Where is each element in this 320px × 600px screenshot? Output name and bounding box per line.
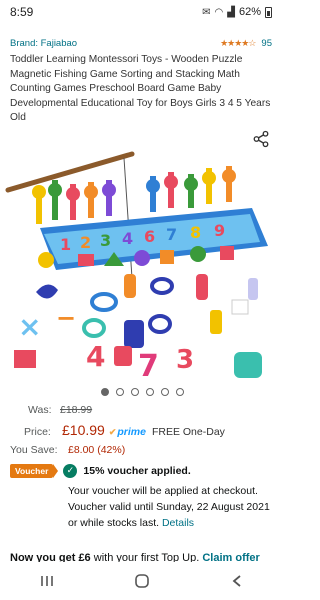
star-rating-icon: ★★★★☆ <box>220 38 256 48</box>
voucher-detail: Your voucher will be applied at checkout… <box>10 483 274 531</box>
voucher-top: Voucher ✓ 15% voucher applied. <box>10 463 274 478</box>
image-carousel-dots[interactable] <box>0 382 284 398</box>
product-title: Toddler Learning Montessori Toys - Woode… <box>10 54 271 123</box>
prime-check-icon: ✔ <box>108 426 117 437</box>
carousel-dot[interactable] <box>100 387 109 396</box>
carousel-dot[interactable] <box>145 387 154 396</box>
save-row: You Save: £8.00 (42%) <box>10 444 274 456</box>
carousel-dot[interactable] <box>160 387 169 396</box>
recent-apps-button[interactable] <box>27 569 67 593</box>
svg-text:7: 7 <box>138 349 159 382</box>
check-icon[interactable]: ✓ <box>63 463 78 478</box>
prime-badge: ✔ prime <box>109 426 146 438</box>
price-row: Price: £10.99 ✔ prime FREE One-Day <box>10 422 274 438</box>
wifi-icon: ◠ <box>214 6 224 18</box>
home-icon <box>135 574 149 588</box>
toy-illustration: 1 2 3 4 6 7 8 9 × − 4 7 3 <box>5 151 268 382</box>
svg-text:−: − <box>56 304 76 332</box>
battery-icon <box>265 6 272 18</box>
home-button[interactable] <box>122 569 162 593</box>
status-icons: ✉ ◠ ▟ 62% <box>202 6 272 18</box>
price-block: Was: £18.99 Price: £10.99 ✔ prime FREE On… <box>0 398 284 456</box>
voucher-applied-text: 15% voucher applied. <box>83 464 191 477</box>
back-button[interactable] <box>217 569 257 593</box>
status-time: 8:59 <box>10 5 34 19</box>
brand-row: Brand: Fajiabao ★★★★☆ 95 <box>0 24 284 49</box>
status-bar: 8:59 ✉ ◠ ▟ 62% <box>0 0 284 24</box>
brand-link[interactable]: Brand: Fajiabao <box>10 38 77 49</box>
was-price: £18.99 <box>60 403 93 416</box>
carousel-dot[interactable] <box>130 387 139 396</box>
svg-text:7: 7 <box>166 225 177 244</box>
android-nav-bar <box>0 562 284 600</box>
share-row <box>0 126 284 148</box>
rating-count[interactable]: 95 <box>261 38 272 49</box>
svg-text:2: 2 <box>80 233 91 252</box>
was-row: Was: £18.99 <box>10 404 274 416</box>
save-amount: £8.00 (42%) <box>68 443 126 456</box>
share-icon[interactable] <box>252 130 270 148</box>
svg-text:6: 6 <box>144 227 155 246</box>
svg-text:4: 4 <box>122 229 133 248</box>
prime-label: prime <box>117 425 146 438</box>
battery-percent: 62% <box>238 6 261 18</box>
voucher-badge: Voucher <box>10 463 59 478</box>
svg-text:4: 4 <box>86 340 105 373</box>
svg-text:3: 3 <box>176 345 194 375</box>
svg-text:×: × <box>18 310 41 343</box>
signal-icon: ▟ <box>227 6 235 18</box>
price-label: Price: <box>24 425 51 438</box>
svg-text:1: 1 <box>60 235 71 254</box>
svg-text:9: 9 <box>214 221 225 240</box>
carousel-dot[interactable] <box>115 387 124 396</box>
delivery-text: FREE One-Day <box>151 425 225 438</box>
carousel-dot[interactable] <box>175 387 184 396</box>
was-label: Was: <box>28 403 52 416</box>
topup-offer: Now you get £6 with your first Top Up. C… <box>0 531 284 566</box>
save-label: You Save: <box>10 443 58 456</box>
current-price: £10.99 <box>62 421 105 438</box>
product-image[interactable]: 1 2 3 4 6 7 8 9 × − 4 7 3 <box>0 150 284 382</box>
voucher-section: Voucher ✓ 15% voucher applied. Your vouc… <box>0 462 284 531</box>
rating[interactable]: ★★★★☆ 95 <box>220 38 272 49</box>
back-icon <box>232 575 241 587</box>
svg-text:8: 8 <box>190 223 201 242</box>
svg-text:3: 3 <box>100 231 111 250</box>
voucher-details-link[interactable]: Details <box>162 517 194 529</box>
recent-apps-icon <box>41 576 54 586</box>
notification-icon: ✉ <box>202 6 211 18</box>
